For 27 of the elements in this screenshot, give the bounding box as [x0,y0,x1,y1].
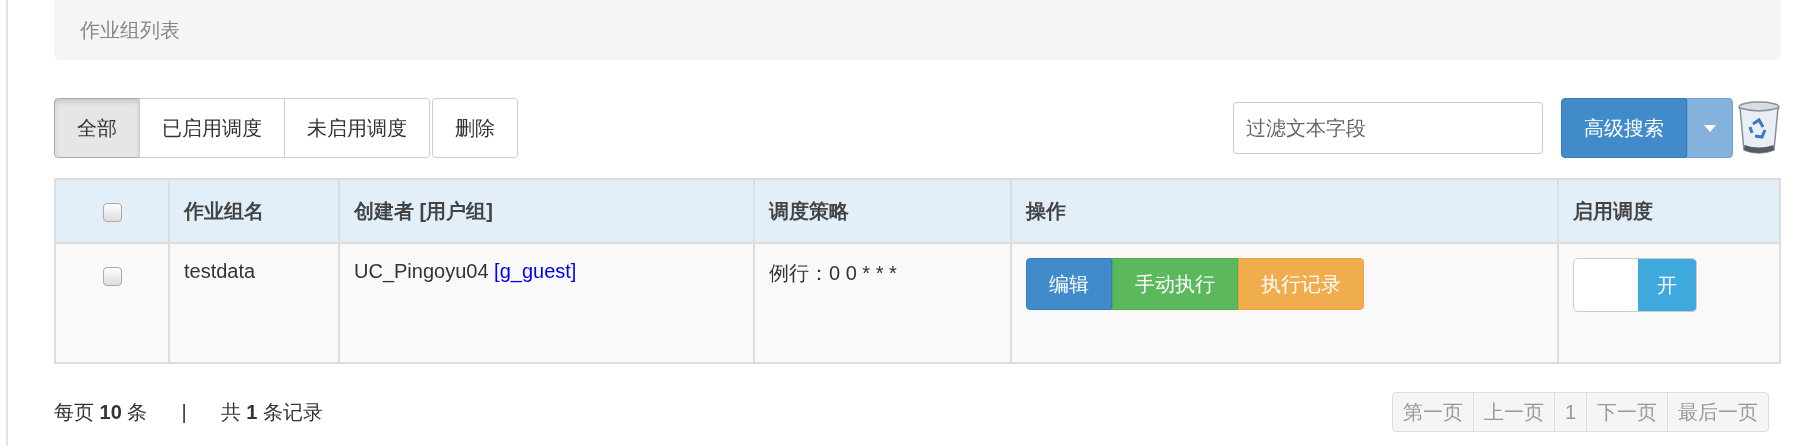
schedule-toggle[interactable]: 开 [1573,258,1697,312]
panel-title: 作业组列表 [80,17,180,43]
filter-tab[interactable]: 已启用调度 [139,98,285,158]
filter-tab[interactable]: 全部 [54,98,140,158]
select-all-checkbox[interactable] [102,202,122,222]
action-button[interactable]: 执行记录 [1238,258,1364,310]
column-header: 调度策略 [769,199,849,222]
row-checkbox[interactable] [102,267,122,287]
filter-tab[interactable]: 未启用调度 [284,98,430,158]
total-records-text: 共 1 条记录 [220,399,323,425]
separator-text: | [181,400,187,424]
user-group-link[interactable]: [g_guest] [494,260,577,282]
delete-button[interactable]: 删除 [432,98,518,158]
page-size-text: 每页 10 条 [54,399,148,425]
table-cell: 例行：0 0 * * * [769,262,897,284]
table-cell: testdata [184,260,256,282]
action-button[interactable]: 编辑 [1026,258,1112,310]
column-header: 启用调度 [1573,199,1653,222]
search-field[interactable]: 过滤文本字段 [1233,102,1543,154]
table-cell: UC_Pingoyu04 [354,260,489,282]
column-header: 作业组名 [184,199,264,222]
column-header: 创建者 [用户组] [354,199,493,222]
action-button[interactable]: 手动执行 [1112,258,1238,310]
trash-bin-icon[interactable] [1737,100,1781,156]
advanced-search-button[interactable]: 高级搜索 [1561,98,1687,158]
column-header: 操作 [1026,199,1066,222]
caret-icon [1704,124,1716,132]
